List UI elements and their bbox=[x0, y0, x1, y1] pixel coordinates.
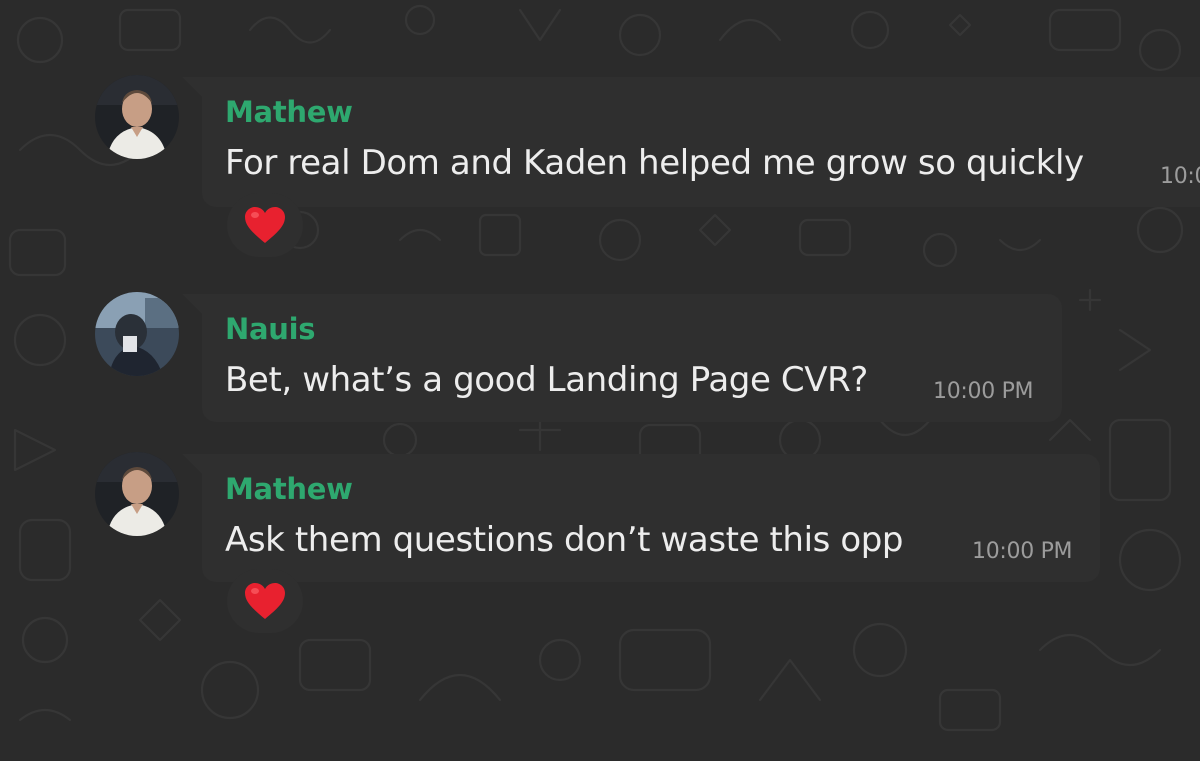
bubble-tail bbox=[182, 294, 204, 316]
reaction-badge[interactable] bbox=[227, 569, 303, 633]
avatar-mathew-image bbox=[95, 452, 179, 536]
avatar[interactable] bbox=[95, 292, 179, 376]
avatar-nauis-image bbox=[95, 292, 179, 376]
message-timestamp: 10:0 bbox=[1160, 164, 1200, 189]
message-text: Ask them questions don’t waste this opp bbox=[225, 520, 904, 560]
message-bubble[interactable]: Nauis Bet, what’s a good Landing Page CV… bbox=[202, 294, 1062, 422]
sender-name[interactable]: Mathew bbox=[225, 95, 353, 129]
bubble-tail bbox=[182, 454, 204, 476]
reaction-badge[interactable] bbox=[227, 193, 303, 257]
avatar[interactable] bbox=[95, 452, 179, 536]
avatar[interactable] bbox=[95, 75, 179, 159]
sender-name[interactable]: Mathew bbox=[225, 472, 353, 506]
message-timestamp: 10:00 PM bbox=[972, 539, 1073, 564]
sender-name[interactable]: Nauis bbox=[225, 312, 315, 346]
message-timestamp: 10:00 PM bbox=[933, 379, 1034, 404]
message-list: Mathew For real Dom and Kaden helped me … bbox=[0, 0, 1200, 761]
message-text: Bet, what’s a good Landing Page CVR? bbox=[225, 360, 868, 400]
message-text: For real Dom and Kaden helped me grow so… bbox=[225, 143, 1084, 183]
heart-icon bbox=[245, 207, 285, 243]
message-bubble[interactable]: Mathew For real Dom and Kaden helped me … bbox=[202, 77, 1200, 207]
message-bubble[interactable]: Mathew Ask them questions don’t waste th… bbox=[202, 454, 1100, 582]
bubble-tail bbox=[182, 77, 204, 99]
avatar-mathew-image bbox=[95, 75, 179, 159]
heart-icon bbox=[245, 583, 285, 619]
